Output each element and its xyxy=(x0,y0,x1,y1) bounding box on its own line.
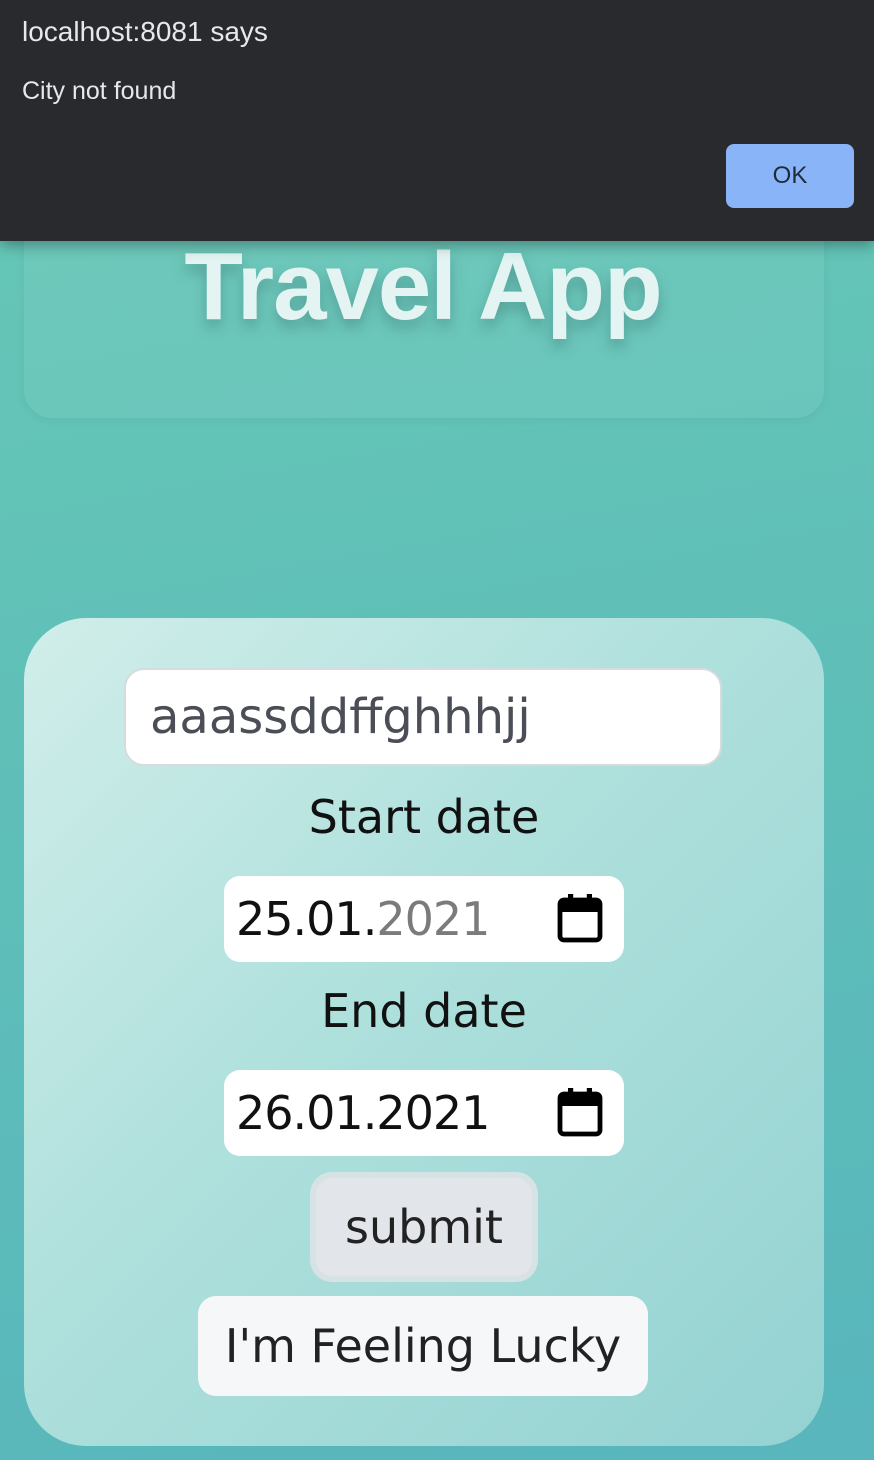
start-date-label: Start date xyxy=(308,790,540,844)
submit-button[interactable]: submit xyxy=(310,1172,538,1282)
start-date-value: 25.01.2021 xyxy=(236,892,490,946)
city-input[interactable]: aaassddffghhhjj xyxy=(124,668,722,766)
alert-dialog: localhost:8081 says City not found OK xyxy=(0,0,874,241)
start-date-day-month: 25.01. xyxy=(236,892,377,946)
calendar-icon[interactable] xyxy=(556,1086,604,1138)
end-date-value: 26.01.2021 xyxy=(236,1086,490,1140)
page-title: Travel App xyxy=(184,233,662,340)
end-date-input[interactable]: 26.01.2021 xyxy=(224,1070,624,1156)
feeling-lucky-button[interactable]: I'm Feeling Lucky xyxy=(198,1296,648,1396)
trip-form: aaassddffghhhjj Start date 25.01.2021 En… xyxy=(24,618,824,1446)
end-date-label: End date xyxy=(321,984,527,1038)
calendar-icon[interactable] xyxy=(556,892,604,944)
alert-origin: localhost:8081 says xyxy=(22,16,268,47)
start-date-year: 2021 xyxy=(376,892,490,946)
start-date-input[interactable]: 25.01.2021 xyxy=(224,876,624,962)
ok-button[interactable]: OK xyxy=(726,144,854,208)
alert-message: City not found xyxy=(22,77,177,105)
